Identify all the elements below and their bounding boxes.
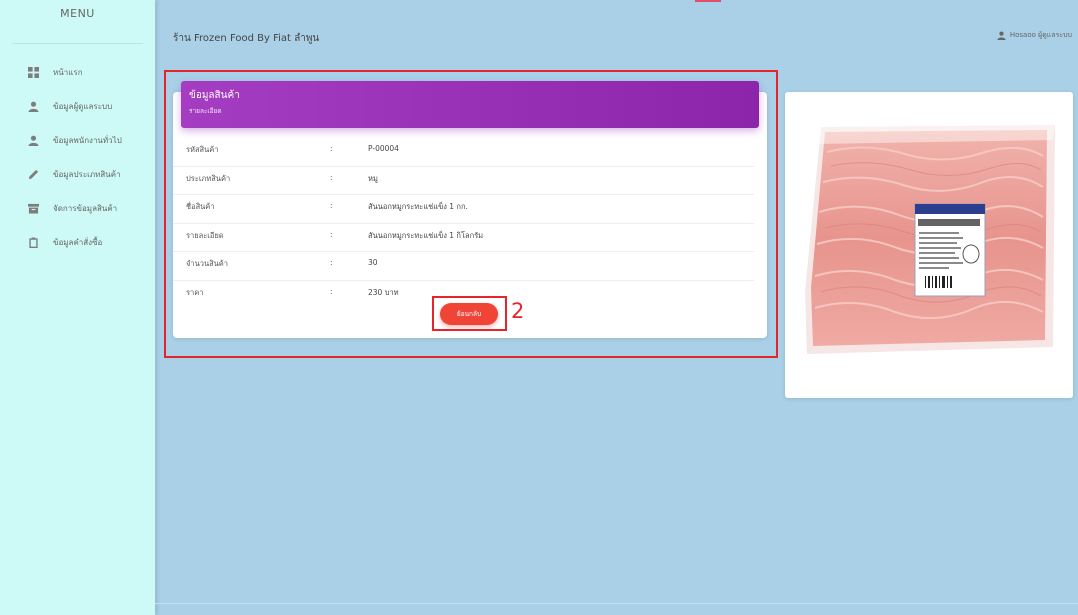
sidebar-item-home[interactable]: หน้าแรก <box>0 55 155 89</box>
sidebar-item-label: ข้อมูลผู้ดูแลระบบ <box>53 101 113 111</box>
sidebar-item-products[interactable]: จัดการข้อมูลสินค้า <box>0 191 155 225</box>
user-icon <box>27 100 39 112</box>
page-title: ร้าน Frozen Food By Fiat ลำพูน <box>173 33 320 44</box>
row-colon: : <box>330 201 333 210</box>
pencil-icon <box>27 168 39 180</box>
clipboard-icon <box>27 236 39 248</box>
detail-row-description: รายละเอียด : สันนอกหมูกระทะแช่แข็ง 1 กิโ… <box>173 224 754 252</box>
card-subtitle: รายละเอียด <box>189 107 222 115</box>
user-menu[interactable]: Hosaoo ผู้ดูแลระบบ <box>997 30 1072 41</box>
detail-rows: รหัสสินค้า : P-00004 ประเภทสินค้า : หมู … <box>173 138 767 309</box>
row-colon: : <box>330 144 333 153</box>
sidebar-item-label: ข้อมูลพนักงานทั่วไป <box>53 135 122 145</box>
top-bar: ร้าน Frozen Food By Fiat ลำพูน Hosaoo ผู… <box>155 0 1078 68</box>
sidebar-item-label: ข้อมูลประเภทสินค้า <box>53 169 121 179</box>
footer-divider <box>155 603 1078 604</box>
sidebar-title: MENU <box>12 0 143 44</box>
row-value: 230 บาท <box>368 287 399 297</box>
sidebar-item-label: ข้อมูลคำสั่งซื้อ <box>53 237 103 247</box>
row-colon: : <box>330 172 333 182</box>
user-icon <box>997 31 1006 40</box>
row-value: สันนอกหมูกระทะแช่แข็ง 1 กิโลกรัม <box>368 230 484 240</box>
archive-icon <box>27 202 39 214</box>
sidebar-item-label: หน้าแรก <box>53 67 83 77</box>
row-value: สันนอกหมูกระทะแช่แข็ง 1 กก. <box>368 202 468 211</box>
row-value: 30 <box>368 258 378 267</box>
sidebar-item-admins[interactable]: ข้อมูลผู้ดูแลระบบ <box>0 89 155 123</box>
row-label: ประเภทสินค้า <box>186 173 231 183</box>
row-label: ชื่อสินค้า <box>186 202 215 211</box>
detail-row-name: ชื่อสินค้า : สันนอกหมูกระทะแช่แข็ง 1 กก. <box>173 195 754 224</box>
detail-row-category: ประเภทสินค้า : หมู <box>173 167 754 195</box>
annotation-label-2: 2 <box>511 299 525 323</box>
product-image <box>805 125 1055 354</box>
row-label: รายละเอียด <box>186 230 224 240</box>
detail-row-product-code: รหัสสินค้า : P-00004 <box>173 138 754 167</box>
sidebar: MENU หน้าแรก ข้อมูลผู้ดูแลระบบ ข้อมูลพนั… <box>0 0 155 615</box>
row-value: หมู <box>368 173 378 183</box>
sidebar-menu: หน้าแรก ข้อมูลผู้ดูแลระบบ ข้อมูลพนักงานท… <box>0 55 155 259</box>
dashboard-icon <box>27 66 39 78</box>
annotation-box-2 <box>432 296 507 331</box>
product-image-panel <box>785 92 1073 398</box>
card-title: ข้อมูลสินค้า <box>189 90 240 101</box>
row-colon: : <box>330 229 333 239</box>
row-label: รหัสสินค้า <box>186 145 219 154</box>
accent-line <box>695 0 721 2</box>
sidebar-item-employees[interactable]: ข้อมูลพนักงานทั่วไป <box>0 123 155 157</box>
sidebar-item-orders[interactable]: ข้อมูลคำสั่งซื้อ <box>0 225 155 259</box>
sidebar-item-categories[interactable]: ข้อมูลประเภทสินค้า <box>0 157 155 191</box>
user-icon <box>27 134 39 146</box>
row-colon: : <box>330 258 333 267</box>
row-colon: : <box>330 286 333 296</box>
sidebar-item-label: จัดการข้อมูลสินค้า <box>53 203 118 213</box>
user-name: Hosaoo ผู้ดูแลระบบ <box>1009 31 1072 39</box>
row-value: P-00004 <box>368 144 399 153</box>
row-label: ราคา <box>186 287 204 297</box>
card-header: ข้อมูลสินค้า รายละเอียด <box>181 81 759 128</box>
row-label: จำนวนสินค้า <box>186 259 229 268</box>
detail-row-quantity: จำนวนสินค้า : 30 <box>173 252 754 281</box>
